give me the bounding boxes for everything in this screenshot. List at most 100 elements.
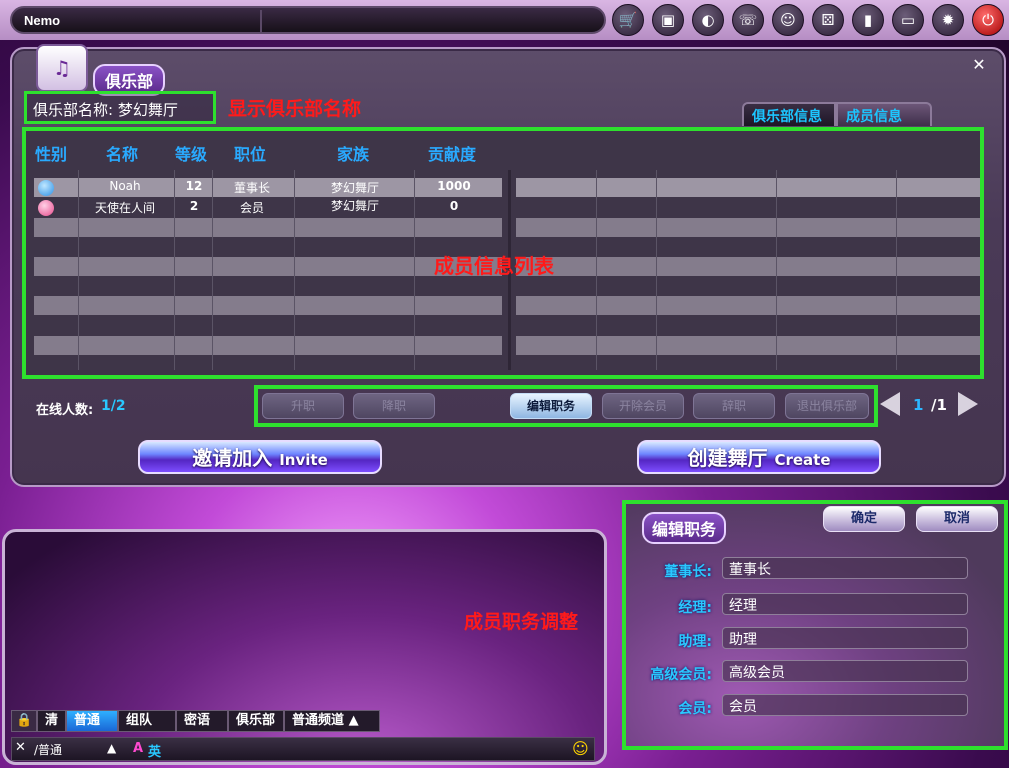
input-language-indicator[interactable]: 英 xyxy=(148,741,161,760)
column-divider xyxy=(212,170,213,370)
photo-board-icon[interactable]: ▣ xyxy=(652,4,684,36)
tab-normal[interactable]: 普通 xyxy=(66,710,119,732)
club-name-label: 俱乐部名称: xyxy=(33,101,114,119)
table-row-stripe xyxy=(516,218,980,237)
close-icon[interactable]: ✕ xyxy=(970,56,988,74)
table-row[interactable] xyxy=(34,218,502,237)
member-name: Noah xyxy=(109,179,141,193)
arrow-left-icon xyxy=(880,392,900,416)
tab-member-info[interactable]: 成员信息 xyxy=(836,102,932,126)
leave-club-button[interactable]: 退出俱乐部 xyxy=(785,393,869,419)
phone-icon[interactable]: ☏ xyxy=(732,4,764,36)
table-row[interactable] xyxy=(34,296,502,315)
member-name: 天使在人间 xyxy=(94,201,155,215)
column-divider xyxy=(78,170,79,370)
column-divider xyxy=(174,170,175,370)
role-input-member[interactable]: 会员 xyxy=(722,694,968,716)
role-label-manager: 经理: xyxy=(678,600,712,616)
club-name-annotation: 显示俱乐部名称 xyxy=(228,98,362,120)
close-chat-icon[interactable]: ✕ xyxy=(15,740,26,755)
power-icon[interactable]: ⏻ xyxy=(972,4,1004,36)
confirm-button[interactable]: 确定 xyxy=(823,506,905,532)
column-divider xyxy=(294,170,295,370)
username-field: Nemo xyxy=(10,6,606,34)
tab-whisper[interactable]: 密语 xyxy=(176,710,229,732)
chat-input-row: ✕ /普通 ▲ A 英 ☺ xyxy=(11,737,595,761)
chat-channel-tabs: 🔒 清 普通 组队 密语 俱乐部 普通频道 ▲ xyxy=(11,710,381,732)
column-divider xyxy=(776,170,777,370)
promote-button[interactable]: 升职 xyxy=(262,393,344,419)
edit-roles-title: 编辑职务 xyxy=(642,512,727,544)
arrow-right-icon xyxy=(958,392,978,416)
column-header-gender[interactable]: 性别 xyxy=(35,141,67,165)
role-input-senior-member[interactable]: 高级会员 xyxy=(722,660,968,682)
edit-roles-button[interactable]: 编辑职务 xyxy=(510,393,592,419)
prev-page-button[interactable] xyxy=(880,389,906,419)
channel-select-label: 普通频道 xyxy=(292,713,345,728)
member-family: 梦幻舞厅 xyxy=(330,199,379,213)
channel-prefix[interactable]: /普通 xyxy=(34,741,134,758)
triangle-up-icon[interactable]: ▲ xyxy=(107,741,116,755)
club-name-value: 梦幻舞厅 xyxy=(117,101,178,119)
emoji-icon[interactable]: ☺ xyxy=(572,739,589,758)
table-row-stripe xyxy=(516,178,980,197)
invite-button-label-en: Invite xyxy=(279,451,328,469)
invite-button[interactable]: 邀请加入 Invite xyxy=(138,440,382,474)
column-header-family[interactable]: 家族 xyxy=(337,141,369,165)
resign-button[interactable]: 辞职 xyxy=(693,393,775,419)
role-label-senior-member: 高级会员: xyxy=(650,667,712,683)
podium-icon[interactable]: ▮ xyxy=(852,4,884,36)
table-row-stripe xyxy=(516,296,980,315)
cancel-button[interactable]: 取消 xyxy=(916,506,998,532)
page-total: /1 xyxy=(931,396,947,414)
next-page-button[interactable] xyxy=(958,389,984,419)
kick-member-button[interactable]: 开除会员 xyxy=(602,393,684,419)
club-logo-icon: ♫ xyxy=(36,44,88,92)
role-input-chairman[interactable]: 董事长 xyxy=(722,557,968,579)
online-count-value: 1/2 xyxy=(101,398,126,414)
username: Nemo xyxy=(24,13,61,28)
triangle-up-icon: ▲ xyxy=(348,713,359,728)
role-label-chairman: 董事长: xyxy=(664,564,712,580)
table-row-stripe xyxy=(516,257,980,276)
dice-icon[interactable]: ⚄ xyxy=(812,4,844,36)
settings-icon[interactable]: ✹ xyxy=(932,4,964,36)
create-dancehall-button[interactable]: 创建舞厅 Create xyxy=(637,440,881,474)
lock-icon[interactable]: 🔒 xyxy=(11,710,37,732)
planet-icon[interactable]: ◐ xyxy=(692,4,724,36)
chat-message-input[interactable] xyxy=(162,739,562,759)
member-role: 会员 xyxy=(239,201,264,215)
column-header-contribution[interactable]: 贡献度 xyxy=(428,141,476,165)
column-header-role[interactable]: 职位 xyxy=(234,141,266,165)
table-row[interactable] xyxy=(34,257,502,276)
role-edit-annotation: 成员职务调整 xyxy=(464,611,579,633)
shop-cart-icon[interactable]: 🛒 xyxy=(612,4,644,36)
demote-button[interactable]: 降职 xyxy=(353,393,435,419)
female-gender-icon xyxy=(38,200,54,216)
role-input-manager[interactable]: 经理 xyxy=(722,593,968,615)
friend-icon[interactable]: ☺ xyxy=(772,4,804,36)
role-input-assistant[interactable]: 助理 xyxy=(722,627,968,649)
folder-icon[interactable]: ▭ xyxy=(892,4,924,36)
member-role: 董事长 xyxy=(233,181,270,195)
column-divider xyxy=(896,170,897,370)
member-level: 12 xyxy=(185,179,203,193)
role-label-member: 会员: xyxy=(678,701,712,717)
tab-club[interactable]: 俱乐部 xyxy=(228,710,285,732)
column-header-level[interactable]: 等级 xyxy=(175,141,207,165)
table-row[interactable] xyxy=(34,336,502,355)
member-list-annotation: 成员信息列表 xyxy=(434,254,554,278)
member-level: 2 xyxy=(189,199,199,213)
column-divider xyxy=(596,170,597,370)
tab-team[interactable]: 组队 xyxy=(118,710,177,732)
role-label-assistant: 助理: xyxy=(678,634,712,650)
channel-select[interactable]: 普通频道 ▲ xyxy=(284,710,381,732)
create-button-label-en: Create xyxy=(774,451,831,469)
member-contribution: 1000 xyxy=(437,179,471,193)
invite-button-label: 邀请加入 xyxy=(192,446,273,470)
column-header-name[interactable]: 名称 xyxy=(106,141,138,165)
column-divider xyxy=(656,170,657,370)
tab-club-info[interactable]: 俱乐部信息 xyxy=(742,102,836,126)
input-mode-indicator[interactable]: A xyxy=(133,741,143,756)
clear-chat-button[interactable]: 清 xyxy=(37,710,67,732)
